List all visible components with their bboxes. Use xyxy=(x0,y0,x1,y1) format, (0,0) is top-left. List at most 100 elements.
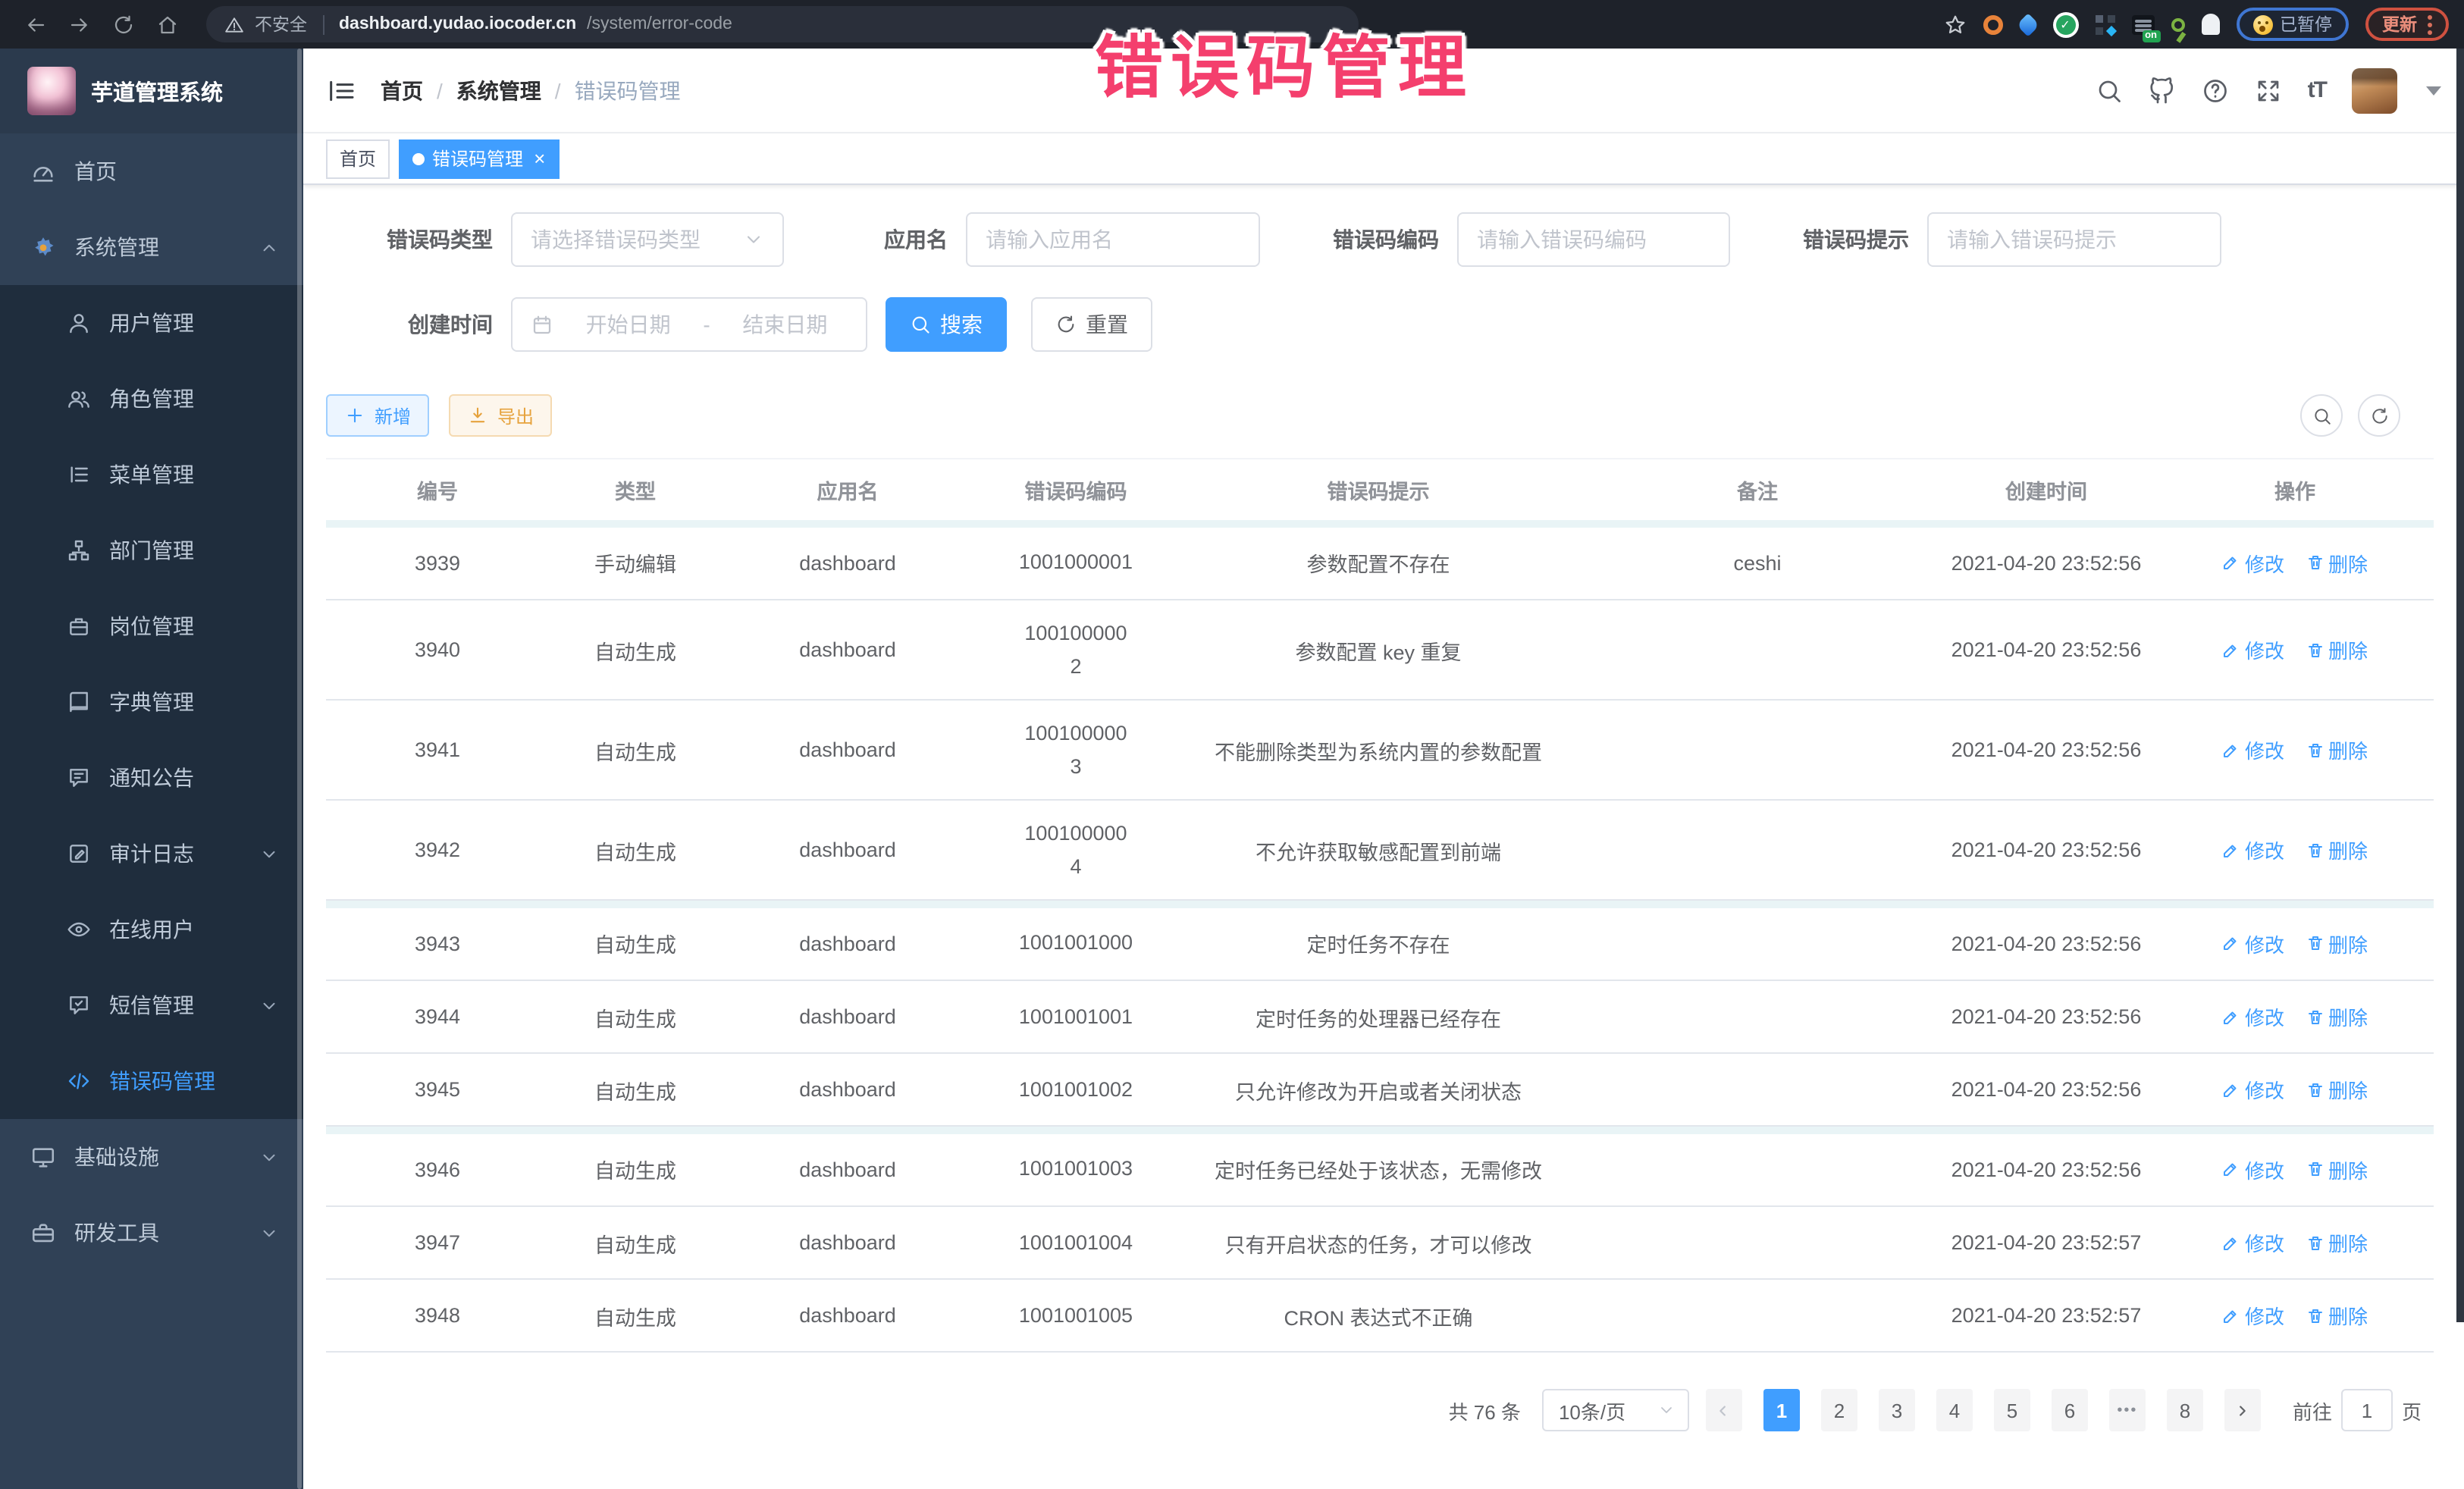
error-code-field[interactable] xyxy=(1457,212,1730,267)
sidebar-item-online-user[interactable]: 在线用户 xyxy=(0,892,303,967)
chevron-right-icon xyxy=(2234,1402,2251,1418)
export-button[interactable]: 导出 xyxy=(449,394,552,437)
delete-link[interactable]: 删除 xyxy=(2306,1228,2368,1257)
toggle-search-button[interactable] xyxy=(2300,394,2343,437)
app-name-field[interactable] xyxy=(966,212,1260,267)
page-button[interactable]: 4 xyxy=(1936,1389,1973,1431)
edit-link[interactable]: 修改 xyxy=(2222,735,2284,764)
sidebar-item-infrastructure[interactable]: 基础设施 xyxy=(0,1119,303,1195)
breadcrumb-home[interactable]: 首页 xyxy=(381,75,423,105)
refresh-table-button[interactable] xyxy=(2358,394,2400,437)
edit-link[interactable]: 修改 xyxy=(2222,835,2284,864)
extension-icon[interactable]: on xyxy=(2131,14,2154,34)
error-tip-input[interactable] xyxy=(1947,227,2202,252)
caret-down-icon[interactable] xyxy=(2426,86,2441,95)
font-size-icon[interactable]: tT xyxy=(2308,77,2326,103)
edit-link[interactable]: 修改 xyxy=(2222,549,2284,578)
edit-link[interactable]: 修改 xyxy=(2222,1075,2284,1104)
extension-icon[interactable]: ✓ xyxy=(2052,11,2078,37)
extension-icon[interactable] xyxy=(2171,17,2184,31)
delete-link[interactable]: 删除 xyxy=(2306,549,2368,578)
chevron-down-icon xyxy=(743,229,764,250)
error-type-select[interactable]: 请选择错误码类型 xyxy=(511,212,784,267)
search-button[interactable]: 搜索 xyxy=(886,297,1007,352)
sidebar-item-dict[interactable]: 字典管理 xyxy=(0,664,303,740)
cell-remark xyxy=(1578,908,1936,980)
delete-link[interactable]: 删除 xyxy=(2306,1002,2368,1031)
add-button[interactable]: 新增 xyxy=(326,394,429,437)
edit-link[interactable]: 修改 xyxy=(2222,1002,2284,1031)
gear-icon xyxy=(30,234,56,260)
sidebar-logo[interactable]: 芋道管理系统 xyxy=(0,49,303,133)
breadcrumb-current: 错误码管理 xyxy=(575,75,681,105)
extension-icon[interactable] xyxy=(2201,14,2219,35)
cell-id: 3940 xyxy=(326,600,549,700)
browser-back-icon[interactable] xyxy=(24,13,47,36)
extension-icon[interactable] xyxy=(2095,14,2114,34)
tab-home[interactable]: 首页 xyxy=(326,139,390,178)
page-scrollbar[interactable] xyxy=(2456,49,2464,1322)
browser-home-icon[interactable] xyxy=(156,13,179,36)
page-button[interactable]: 5 xyxy=(1994,1389,2030,1431)
delete-link[interactable]: 删除 xyxy=(2306,735,2368,764)
close-tab-icon[interactable]: × xyxy=(534,149,545,168)
sidebar-item-dept[interactable]: 部门管理 xyxy=(0,513,303,588)
edit-link[interactable]: 修改 xyxy=(2222,1228,2284,1257)
hamburger-icon[interactable] xyxy=(326,75,356,105)
breadcrumb-system[interactable]: 系统管理 xyxy=(456,75,541,105)
delete-link[interactable]: 删除 xyxy=(2306,1301,2368,1330)
cell-type: 自动生成 xyxy=(549,700,722,800)
date-range-picker[interactable]: 开始日期 - 结束日期 xyxy=(511,297,867,352)
prev-page-button[interactable] xyxy=(1706,1389,1742,1431)
sidebar-item-dev-tools[interactable]: 研发工具 xyxy=(0,1195,303,1271)
sidebar-item-user[interactable]: 用户管理 xyxy=(0,285,303,361)
page-button[interactable]: 6 xyxy=(2052,1389,2088,1431)
sidebar-item-post[interactable]: 岗位管理 xyxy=(0,588,303,664)
more-pages-button[interactable]: ••• xyxy=(2109,1389,2146,1431)
delete-link[interactable]: 删除 xyxy=(2306,835,2368,864)
help-icon[interactable] xyxy=(2202,77,2229,104)
cell-id: 3941 xyxy=(326,700,549,800)
edit-link[interactable]: 修改 xyxy=(2222,929,2284,958)
sidebar-item-audit-log[interactable]: 审计日志 xyxy=(0,816,303,892)
browser-reload-icon[interactable] xyxy=(112,13,135,36)
avatar[interactable] xyxy=(2352,67,2397,113)
sidebar-item-home[interactable]: 首页 xyxy=(0,133,303,209)
search-icon[interactable] xyxy=(2096,77,2123,104)
sidebar-item-system-management[interactable]: 系统管理 xyxy=(0,209,303,285)
extension-icon[interactable] xyxy=(2015,12,2039,36)
page-button[interactable]: 2 xyxy=(1821,1389,1857,1431)
bookmark-star-icon[interactable] xyxy=(1943,13,1966,36)
delete-link[interactable]: 删除 xyxy=(2306,1155,2368,1184)
page-button[interactable]: 8 xyxy=(2167,1389,2203,1431)
goto-page-input[interactable] xyxy=(2341,1389,2393,1431)
browser-update-button[interactable]: 更新 xyxy=(2365,8,2449,41)
page-size-select[interactable]: 10条/页 xyxy=(1542,1389,1689,1431)
fullscreen-icon[interactable] xyxy=(2255,77,2282,104)
delete-link[interactable]: 删除 xyxy=(2306,929,2368,958)
github-icon[interactable] xyxy=(2149,77,2176,104)
app-name-input[interactable] xyxy=(986,227,1240,252)
page-button[interactable]: 3 xyxy=(1879,1389,1915,1431)
page-button[interactable]: 1 xyxy=(1763,1389,1800,1431)
sidebar-item-sms[interactable]: 短信管理 xyxy=(0,967,303,1043)
sidebar-item-role[interactable]: 角色管理 xyxy=(0,361,303,437)
browser-menu-icon[interactable] xyxy=(2428,14,2432,34)
profile-paused-badge[interactable]: 已暂停 xyxy=(2236,8,2349,41)
monitor-icon xyxy=(30,1144,56,1170)
error-code-input[interactable] xyxy=(1477,227,1710,252)
browser-forward-icon[interactable] xyxy=(68,13,91,36)
sidebar-item-notice[interactable]: 通知公告 xyxy=(0,740,303,816)
delete-link[interactable]: 删除 xyxy=(2306,1075,2368,1104)
next-page-button[interactable] xyxy=(2224,1389,2261,1431)
edit-link[interactable]: 修改 xyxy=(2222,1301,2284,1330)
reset-button[interactable]: 重置 xyxy=(1031,297,1152,352)
error-tip-field[interactable] xyxy=(1927,212,2221,267)
edit-link[interactable]: 修改 xyxy=(2222,1155,2284,1184)
sidebar-item-menu[interactable]: 菜单管理 xyxy=(0,437,303,513)
sidebar-item-error-code[interactable]: 错误码管理 xyxy=(0,1043,303,1119)
tab-error-code[interactable]: 错误码管理 × xyxy=(399,139,559,178)
extension-icon[interactable] xyxy=(1983,14,2002,34)
edit-link[interactable]: 修改 xyxy=(2222,635,2284,664)
delete-link[interactable]: 删除 xyxy=(2306,635,2368,664)
